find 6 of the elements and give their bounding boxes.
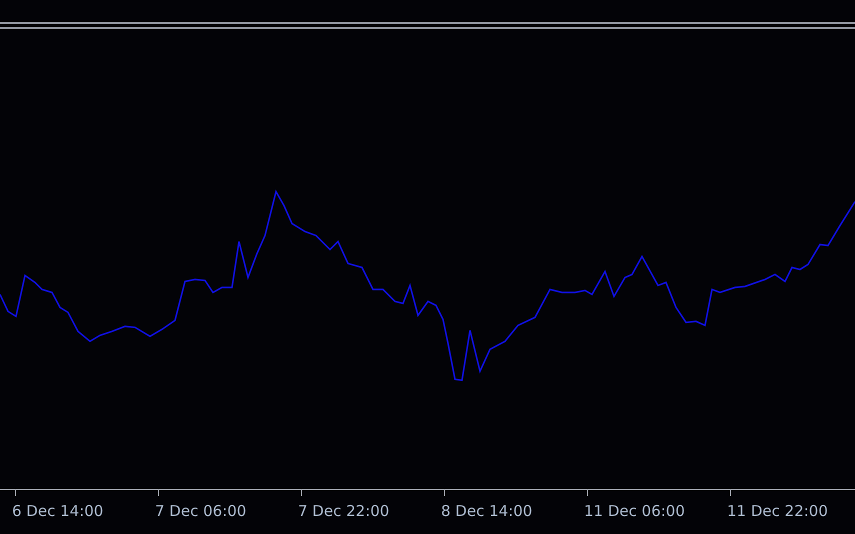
time-label: 11 Dec 22:00: [727, 502, 828, 520]
time-label: 7 Dec 22:00: [298, 502, 390, 520]
time-label: 8 Dec 14:00: [441, 502, 532, 520]
time-label: 6 Dec 14:00: [12, 502, 104, 520]
time-label: 7 Dec 06:00: [155, 502, 246, 520]
time-label: 11 Dec 06:00: [584, 502, 685, 520]
